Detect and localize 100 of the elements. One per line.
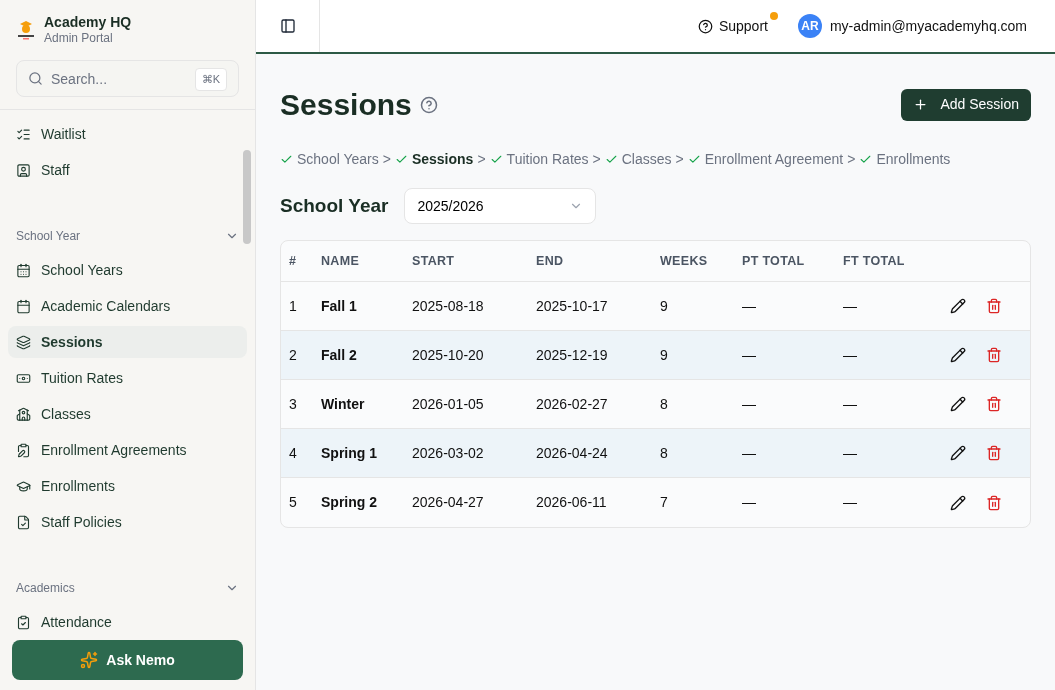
step-separator: >	[847, 150, 856, 169]
sidebar-item[interactable]: Staff	[8, 154, 247, 186]
check-icon	[859, 153, 873, 166]
table-row[interactable]: 5 Spring 2 2026-04-27 2026-06-11 7 — —	[281, 478, 1030, 527]
table-cell-text: 1	[288, 296, 298, 316]
table-cell-text: —	[843, 493, 858, 512]
edit-icon[interactable]	[950, 396, 966, 412]
table-cell-text: —	[843, 443, 858, 463]
check-icon	[394, 153, 408, 166]
table-cell-text: Spring 1	[321, 443, 378, 463]
table-cell-text: 2026-04-27	[412, 493, 485, 512]
column-header: PT TOTAL	[742, 252, 806, 270]
graduation-cap-icon	[16, 478, 31, 494]
search-icon	[28, 71, 43, 86]
step-link[interactable]: Sessions	[394, 149, 474, 170]
add-button[interactable]: Add Session	[901, 88, 1031, 121]
help-icon[interactable]	[419, 95, 438, 114]
step-separator: >	[477, 150, 486, 169]
page-title: Sessions	[280, 87, 412, 123]
column-header: FT TOTAL	[843, 252, 906, 270]
clipboard-pen-icon	[16, 442, 31, 458]
sidebar-item[interactable]: Staff Policies	[8, 506, 247, 538]
table-cell-text: 3	[288, 394, 298, 414]
step-link[interactable]: Classes	[604, 149, 672, 170]
edit-icon[interactable]	[950, 494, 966, 511]
table-cell-text: —	[742, 296, 757, 316]
step-link[interactable]: Tuition Rates	[489, 149, 589, 170]
ask-button[interactable]: Ask Nemo	[12, 640, 243, 680]
sidebar-toggle-icon[interactable]	[279, 18, 296, 34]
table-cell-text: 2	[288, 345, 298, 365]
edit-icon[interactable]	[950, 445, 966, 461]
sidebar-item[interactable]: Enrollments	[8, 470, 247, 502]
delete-icon[interactable]	[986, 445, 1002, 461]
step-separator: >	[592, 150, 601, 169]
sidebar-item[interactable]: Sessions	[8, 326, 247, 358]
sidebar-item[interactable]: Enrollment Agreements	[8, 434, 247, 466]
step-separator: >	[382, 150, 391, 169]
table-cell-text: 2025-12-19	[536, 345, 609, 365]
step-link[interactable]: Enrollment Agreement	[687, 149, 844, 170]
table-cell-text: Fall 2	[321, 345, 358, 365]
table-row[interactable]: 2 Fall 2 2025-10-20 2025-12-19 9 — —	[281, 331, 1030, 380]
school-year-select[interactable]: 2025/2026	[404, 188, 597, 224]
table-cell-text: 2025-10-20	[412, 345, 485, 365]
section-header[interactable]: Academics	[8, 576, 247, 600]
calendar-icon	[16, 262, 31, 278]
support-link[interactable]: Support	[697, 15, 768, 37]
table-cell-text: 9	[660, 296, 669, 316]
sidebar-item[interactable]: Attendance	[8, 606, 247, 630]
logo-icon	[16, 19, 36, 41]
table-cell-text: 2026-06-11	[536, 493, 608, 512]
sidebar-item[interactable]: School Years	[8, 254, 247, 286]
brand-subtitle: Admin Portal	[44, 31, 114, 47]
avatar[interactable]: AR	[797, 14, 822, 38]
plus-icon	[913, 97, 929, 112]
table-cell-text: Spring 2	[321, 493, 378, 512]
sidebar-item[interactable]: Classes	[8, 398, 247, 430]
help-icon	[697, 18, 713, 34]
check-icon	[604, 153, 618, 166]
table-cell-text: 2026-01-05	[412, 394, 485, 414]
table-cell-text: —	[843, 345, 858, 365]
calendar-icon	[16, 298, 31, 314]
table-cell-text: 5	[288, 493, 298, 512]
step-separator: >	[675, 150, 684, 169]
edit-icon[interactable]	[950, 347, 966, 363]
step-link[interactable]: Enrollments	[859, 149, 951, 170]
layers-icon	[16, 334, 31, 350]
scrollbar-thumb[interactable]	[243, 150, 251, 244]
delete-icon[interactable]	[986, 396, 1002, 412]
section-header[interactable]: School Year	[8, 224, 247, 248]
delete-icon[interactable]	[986, 347, 1002, 363]
sidebar-item[interactable]: Waitlist	[8, 118, 247, 150]
shortcut-key: ⌘K	[194, 68, 227, 91]
table-cell-text: —	[742, 493, 757, 512]
check-icon	[489, 153, 503, 166]
column-header: #	[288, 252, 298, 270]
table-cell-text: Winter	[321, 394, 366, 414]
school-year-label: School Year	[280, 193, 389, 218]
table-row[interactable]: 4 Spring 1 2026-03-02 2026-04-24 8 — —	[281, 429, 1030, 478]
column-header: END	[536, 252, 565, 270]
column-header: NAME	[321, 252, 361, 270]
table-cell-text: 2025-08-18	[412, 296, 485, 316]
brand-title: Academy HQ	[44, 13, 132, 32]
file-check-icon	[16, 514, 31, 530]
checklist-icon	[16, 126, 31, 142]
contact-card-icon	[16, 162, 31, 178]
table-cell-text: 8	[660, 443, 669, 463]
column-header: WEEKS	[660, 252, 709, 270]
table-cell-text: 7	[660, 493, 669, 512]
table-cell-text: —	[742, 394, 757, 414]
table-cell-text: 4	[288, 443, 298, 463]
sidebar-item[interactable]: Academic Calendars	[8, 290, 247, 322]
table-cell-text: Fall 1	[321, 296, 358, 316]
table-cell-text: 2025-10-17	[536, 296, 609, 316]
step-link[interactable]: School Years	[280, 149, 379, 170]
delete-icon[interactable]	[986, 298, 1002, 314]
edit-icon[interactable]	[950, 298, 966, 314]
table-cell-text: 2026-03-02	[412, 443, 485, 463]
delete-icon[interactable]	[986, 494, 1002, 511]
sidebar-item[interactable]: Tuition Rates	[8, 362, 247, 394]
clipboard-check-icon	[16, 614, 31, 630]
